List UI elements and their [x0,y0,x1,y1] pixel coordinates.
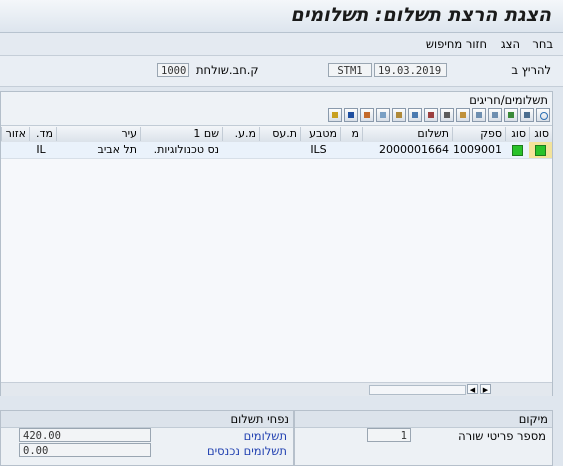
status-green-icon [512,145,523,156]
cell-vendor[interactable]: 1009001 [452,143,505,157]
filter-icon[interactable] [504,108,518,122]
column-header-country[interactable]: מד. [29,127,56,141]
run-date-field[interactable]: 19.03.2019 [374,63,447,77]
payments-link[interactable]: תשלומים [244,429,287,443]
print-icon[interactable] [520,108,534,122]
column-header-payment[interactable]: תשלום [362,127,452,141]
location-section: מיקום מספר פריטי שורה 1 [294,410,553,466]
cell-city[interactable]: תל אביב [56,143,140,157]
company-code-field[interactable]: 1000 [157,63,189,77]
graphic-icon[interactable] [392,108,406,122]
column-header-type[interactable]: סוג [529,127,552,141]
subtotal-icon[interactable] [424,108,438,122]
column-header-m[interactable]: מ [340,127,362,141]
find-icon[interactable] [536,108,550,122]
payments-amount-field: 420.00 [19,428,151,442]
find-next-icon[interactable] [456,108,470,122]
payment-volume-title: נפחי תשלום [230,412,289,426]
layout-icon[interactable] [376,108,390,122]
column-header-city[interactable]: עיר [56,127,140,141]
cell-name1[interactable]: נס טכנולוגיות. [140,143,222,157]
menu-display[interactable]: הצג [501,37,520,51]
line-items-field[interactable]: 1 [367,428,411,442]
selection-bar: להריץ ב 19.03.2019 STM1 ק.חב.שולחת 1000 [0,56,563,87]
menu-select[interactable]: בחר [532,37,553,51]
panel-title: תשלומים/חריגים [469,93,548,107]
cell-payment[interactable]: 2000001664 [362,143,452,157]
cell-currency[interactable]: ILS [300,143,340,157]
location-title: מיקום [518,412,548,426]
information-icon[interactable] [344,108,358,122]
run-id-field[interactable]: STM1 [328,63,372,77]
scroll-thumb[interactable] [369,385,466,395]
menu-back-from-search[interactable]: חזור מחיפוש [426,37,487,51]
cell-country[interactable]: IL [29,143,56,157]
incoming-amount-field: 0.00 [19,443,151,457]
chart-icon[interactable] [328,108,342,122]
title-bar: הצגת הרצת תשלום: תשלומים [0,0,563,33]
sort-ascending-icon[interactable] [488,108,502,122]
table-row[interactable]: 1009001 2000001664 ILS נס טכנולוגיות. תל… [1,142,552,159]
sort-descending-icon[interactable] [472,108,486,122]
company-code-label: ק.חב.שולחת [196,63,259,77]
location-section-header: מיקום [295,411,552,428]
grid-empty-area [1,159,552,383]
line-items-label: מספר פריטי שורה [458,429,546,443]
column-header-vat[interactable]: מ.ע. [222,127,259,141]
incoming-payments-link[interactable]: תשלומים נכנסים [207,444,287,458]
column-header-region[interactable]: אזור [1,127,29,141]
column-header-business-area[interactable]: ת.עס [259,127,300,141]
total-icon[interactable] [440,108,454,122]
select-layout-icon[interactable] [360,108,374,122]
column-header-name1[interactable]: שם 1 [140,127,222,141]
payment-volume-header: נפחי תשלום [1,411,293,428]
menu-bar: בחר הצג חזור מחיפוש [0,33,563,56]
run-date-label: להריץ ב [511,63,551,77]
payment-volume-section: נפחי תשלום תשלומים 420.00 תשלומים נכנסים… [0,410,294,466]
column-header-type-2[interactable]: סוג [505,127,529,141]
scroll-left-icon[interactable]: ◀ [467,384,478,394]
column-header-vendor[interactable]: ספק [452,127,505,141]
payments-panel: תשלומים/חריגים סוג סוג ספק תשלום מ מטבע … [0,91,553,396]
status-green-icon [535,145,546,156]
export-icon[interactable] [408,108,422,122]
column-header-currency[interactable]: מטבע [300,127,340,141]
horizontal-scrollbar[interactable]: ◀ ▶ [1,382,552,396]
scroll-right-icon[interactable]: ▶ [480,384,491,394]
grid-header: סוג סוג ספק תשלום מ מטבע ת.עס מ.ע. שם 1 … [1,125,552,143]
window-title: הצגת הרצת תשלום: תשלומים [290,4,551,26]
